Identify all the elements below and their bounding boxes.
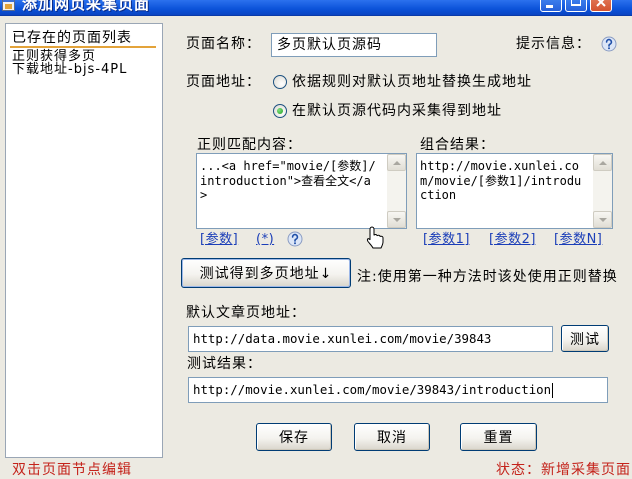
insert-param-link[interactable]: [参数] xyxy=(200,232,238,247)
param2-link[interactable]: [参数2] xyxy=(489,232,536,247)
tree-item[interactable]: 正则获得多页 下载地址-bjs-4PL xyxy=(12,50,157,76)
window-app-icon xyxy=(2,0,15,11)
tree-root-node[interactable]: 已存在的页面列表 xyxy=(12,30,132,46)
page-name-label: 页面名称： xyxy=(186,36,261,52)
scroll-up-button[interactable] xyxy=(387,154,406,171)
param1-link[interactable]: [参数1] xyxy=(423,232,470,247)
close-icon xyxy=(595,0,607,7)
regex-label: 正则匹配内容： xyxy=(197,137,302,153)
scroll-up-button[interactable] xyxy=(593,154,612,171)
hand-pointer-cursor xyxy=(366,226,386,250)
note-text: 注:使用第一种方法时该处使用正则替换 xyxy=(357,269,618,285)
default-url-input[interactable]: http://data.movie.xunlei.com/movie/39843 xyxy=(188,326,553,352)
dialog-window: 添加网页采集页面 已存在的页面列表 正则获得多页 下载地址-bjs-4PL 页面… xyxy=(0,0,632,479)
combined-textarea-text: http://movie.xunlei.com/movie/[参数1]/intr… xyxy=(420,159,582,202)
page-address-label: 页面地址： xyxy=(186,74,261,90)
question-icon[interactable] xyxy=(601,36,617,52)
scroll-down-button[interactable] xyxy=(387,211,406,228)
radio-rule-replace[interactable] xyxy=(273,75,287,89)
default-url-value: http://data.movie.xunlei.com/movie/39843 xyxy=(193,331,492,346)
test-result-label: 测试结果： xyxy=(187,356,262,372)
status-hint: 双击页面节点编辑 xyxy=(12,462,132,478)
test-result-input[interactable]: http://movie.xunlei.com/movie/39843/intr… xyxy=(188,377,608,403)
text-caret xyxy=(552,383,554,398)
minimize-icon xyxy=(546,5,553,8)
test-result-value: http://movie.xunlei.com/movie/39843/intr… xyxy=(193,382,552,397)
arrow-up-icon xyxy=(393,161,401,165)
question-icon[interactable] xyxy=(287,231,303,247)
maximize-button[interactable] xyxy=(565,0,587,12)
window-title: 添加网页采集页面 xyxy=(22,0,151,13)
page-list-tree[interactable]: 已存在的页面列表 正则获得多页 下载地址-bjs-4PL xyxy=(5,23,163,458)
cancel-button[interactable]: 取消 xyxy=(354,423,430,451)
hint-label: 提示信息： xyxy=(516,36,591,52)
regex-scrollbar[interactable] xyxy=(387,154,406,228)
tree-root-underline xyxy=(10,46,156,48)
combined-scrollbar[interactable] xyxy=(593,154,612,228)
reset-button[interactable]: 重置 xyxy=(460,423,537,451)
arrow-down-icon xyxy=(393,218,401,222)
arrow-down-icon xyxy=(599,218,607,222)
close-button[interactable] xyxy=(590,0,612,12)
paramN-link[interactable]: [参数N] xyxy=(554,232,602,247)
title-bar[interactable]: 添加网页采集页面 xyxy=(0,0,632,16)
page-name-input[interactable]: 多页默认页源码 xyxy=(271,33,437,57)
save-button[interactable]: 保存 xyxy=(256,423,332,451)
scroll-down-button[interactable] xyxy=(593,211,612,228)
minimize-button[interactable] xyxy=(540,0,562,12)
combined-label: 组合结果： xyxy=(420,137,495,153)
maximize-icon xyxy=(571,0,581,6)
status-text: 状态：新增采集页面 xyxy=(496,462,631,478)
tree-item-label-line: 下载地址-bjs-4PL xyxy=(12,62,128,77)
default-url-label: 默认文章页地址： xyxy=(186,305,306,321)
arrow-up-icon xyxy=(599,161,607,165)
regex-textarea[interactable]: ...<a href="movie/[参数]/introduction">查看全… xyxy=(196,153,407,229)
insert-wildcard-link[interactable]: (*) xyxy=(256,232,274,247)
radio-source-collect-label[interactable]: 在默认页源代码内采集得到地址 xyxy=(292,103,502,119)
radio-source-collect[interactable] xyxy=(273,104,287,118)
get-pages-button[interactable]: 测试得到多页地址↓ xyxy=(181,258,351,288)
page-name-value: 多页默认页源码 xyxy=(277,37,382,53)
test-button[interactable]: 测试 xyxy=(561,325,609,352)
regex-textarea-text: ...<a href="movie/[参数]/introduction">查看全… xyxy=(200,159,376,202)
radio-rule-replace-label[interactable]: 依据规则对默认页地址替换生成地址 xyxy=(292,74,532,90)
combined-textarea[interactable]: http://movie.xunlei.com/movie/[参数1]/intr… xyxy=(416,153,613,229)
